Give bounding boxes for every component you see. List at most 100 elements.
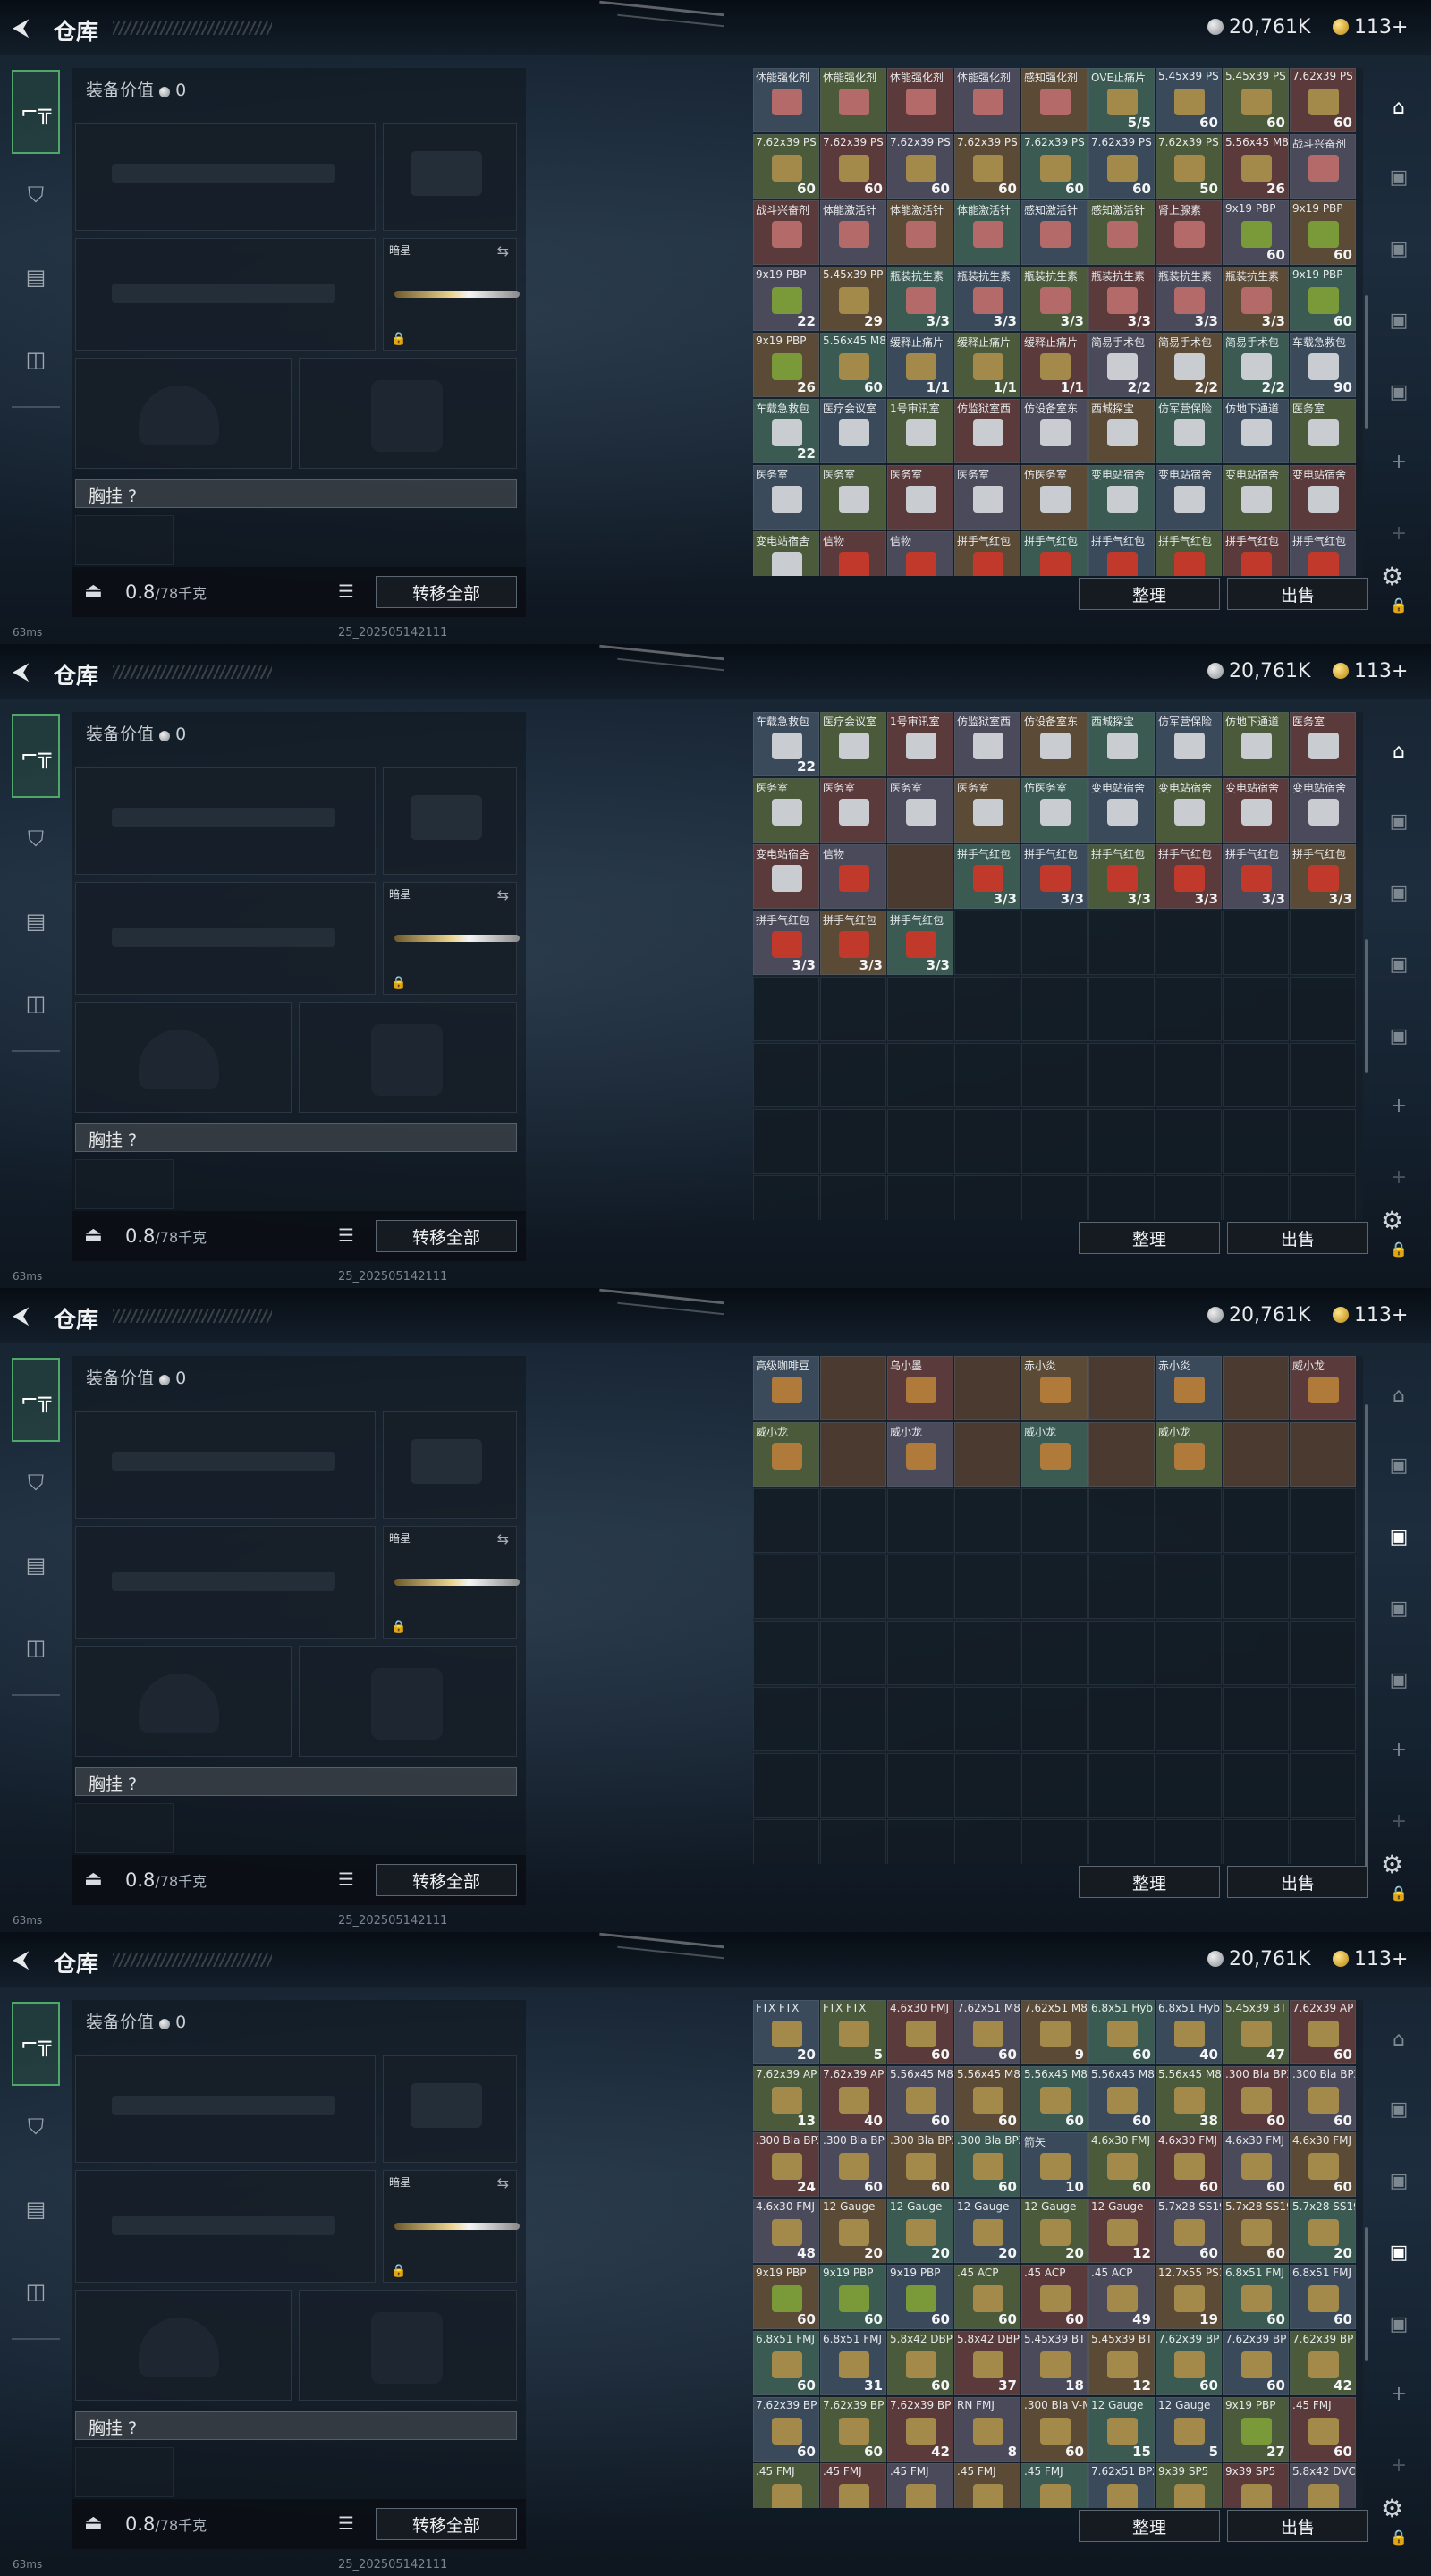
stash-item[interactable]: 拼手气红包 3/3 — [753, 911, 819, 975]
tv-icon[interactable]: ▣ — [1374, 150, 1424, 204]
primary-weapon-slot[interactable] — [75, 767, 376, 875]
stash-item[interactable]: 4.6x30 FMJ 60 — [887, 2000, 953, 2064]
empty-stash-cell[interactable] — [1290, 977, 1356, 1041]
warehouse-icon[interactable]: ⌂ — [1374, 1368, 1424, 1422]
melee-slot[interactable]: 暗星 ⇆ 🔒 — [383, 1526, 520, 1639]
stash-item[interactable]: 5.8x42 DBP10 37 — [954, 2331, 1020, 2395]
stash-item[interactable]: 变电站宿舍 — [1156, 465, 1222, 530]
empty-stash-cell[interactable] — [1088, 911, 1155, 975]
empty-stash-cell[interactable] — [1290, 1555, 1356, 1619]
warehouse-icon[interactable]: ⌂ — [1374, 2012, 1424, 2066]
armor-icon[interactable]: ⛉ — [12, 1442, 60, 1524]
stash-scrollbar[interactable] — [1365, 2227, 1368, 2361]
stash-item[interactable]: 7.62x39 PS 60 — [1021, 134, 1088, 199]
sell-button[interactable]: 出售 — [1227, 2510, 1368, 2542]
empty-stash-cell[interactable] — [1088, 1687, 1155, 1751]
stash-item[interactable]: .300 Bla BPZ 60 — [1290, 2066, 1356, 2131]
gear-icon[interactable]: ⚙ — [1381, 2494, 1403, 2523]
stash-item[interactable]: 12 Gauge 20 — [954, 2199, 1020, 2263]
stash-item[interactable]: 威小龙 — [887, 1422, 953, 1487]
stash-item[interactable]: 体能激活针 — [954, 200, 1020, 265]
stash-item[interactable]: 信物 — [887, 531, 953, 576]
stash-item[interactable]: 感知强化剂 — [1021, 68, 1088, 132]
tv-icon[interactable]: ▣ — [1374, 1581, 1424, 1635]
briefcase-icon[interactable]: ◫ — [12, 318, 60, 401]
armor-icon[interactable]: ⛉ — [12, 154, 60, 236]
stash-item[interactable]: 9x19 PBP 26 — [753, 333, 819, 397]
empty-stash-cell[interactable] — [1223, 1043, 1289, 1107]
empty-stash-cell[interactable] — [954, 1819, 1020, 1864]
stash-item[interactable]: 7.62x39 PS 60 — [1290, 68, 1356, 132]
stash-item[interactable]: 仿地下通道 — [1223, 399, 1289, 463]
empty-stash-cell[interactable] — [1156, 1687, 1222, 1751]
empty-stash-cell[interactable] — [887, 1043, 953, 1107]
chest-rig-bar[interactable]: 胸挂 ? — [75, 1123, 517, 1152]
stash-item[interactable]: 5.56x45 M855 26 — [1223, 134, 1289, 199]
tv-icon[interactable]: ▣ — [1374, 222, 1424, 275]
stash-item[interactable]: 6.8x51 Hybrid 40 — [1156, 2000, 1222, 2064]
stash-item[interactable]: 战斗兴奋剂 — [753, 200, 819, 265]
empty-stash-cell[interactable] — [1021, 1488, 1088, 1553]
stash-item-extension[interactable] — [1290, 1422, 1356, 1487]
stash-item[interactable]: 5.7x28 SS190 60 — [1223, 2199, 1289, 2263]
warehouse-icon[interactable]: ⌂ — [1374, 80, 1424, 134]
empty-stash-cell[interactable] — [1290, 1488, 1356, 1553]
add-tab-icon[interactable]: + — [1374, 2438, 1424, 2492]
stash-item[interactable]: 9x19 PBP 27 — [1223, 2397, 1289, 2462]
stash-item[interactable]: 变电站宿舍 — [1088, 465, 1155, 530]
stash-item[interactable]: .45 FMJ — [820, 2463, 886, 2508]
tv-icon[interactable]: ▣ — [1374, 1438, 1424, 1492]
backpack-icon[interactable]: ▤ — [12, 880, 60, 962]
stash-item[interactable]: 12.7x55 PS12 19 — [1156, 2265, 1222, 2329]
stash-item[interactable]: 仿地下通道 — [1223, 712, 1289, 776]
stash-item[interactable]: 12 Gauge 20 — [820, 2199, 886, 2263]
sell-button[interactable]: 出售 — [1227, 1222, 1368, 1254]
empty-stash-cell[interactable] — [753, 1488, 819, 1553]
stash-item[interactable]: 医务室 — [887, 465, 953, 530]
stash-item[interactable]: 4.6x30 FMJ 60 — [1223, 2132, 1289, 2197]
empty-stash-cell[interactable] — [753, 1555, 819, 1619]
empty-stash-cell[interactable] — [1088, 1488, 1155, 1553]
empty-stash-cell[interactable] — [753, 977, 819, 1041]
stash-item[interactable]: 变电站宿舍 — [1290, 778, 1356, 843]
back-icon[interactable]: ⮜ — [13, 658, 29, 686]
tv-icon[interactable]: ▣ — [1374, 937, 1424, 991]
stash-item[interactable]: 9x19 PBP 60 — [887, 2265, 953, 2329]
stash-item[interactable]: 拼手气红包 3/3 — [1156, 844, 1222, 909]
stash-item-extension[interactable] — [1088, 1422, 1155, 1487]
pistol-slot[interactable] — [383, 2055, 517, 2163]
stash-scrollbar[interactable] — [1365, 1404, 1368, 1869]
stash-item[interactable]: 体能激活针 — [820, 200, 886, 265]
stash-item[interactable]: 医务室 — [1290, 712, 1356, 776]
gear-icon[interactable]: ⚙ — [1381, 1206, 1403, 1235]
stash-item[interactable]: 7.62x51 M80 9 — [1021, 2000, 1088, 2064]
stash-item[interactable]: 7.62x51 M80 60 — [954, 2000, 1020, 2064]
stash-item[interactable]: 6.8x51 FMJ 60 — [1223, 2265, 1289, 2329]
pistol-slot[interactable] — [383, 1411, 517, 1519]
stash-item[interactable]: 瓶装抗生素 3/3 — [887, 267, 953, 331]
gun-icon[interactable]: ⌐╦ — [12, 1358, 60, 1442]
stash-item[interactable]: .45 FMJ — [887, 2463, 953, 2508]
swap-icon[interactable]: ⇆ — [497, 886, 509, 903]
stash-item[interactable]: 变电站宿舍 — [1223, 465, 1289, 530]
stash-item[interactable]: 9x19 PBP 22 — [753, 267, 819, 331]
empty-stash-cell[interactable] — [1290, 1687, 1356, 1751]
stash-item[interactable]: 变电站宿舍 — [753, 531, 819, 576]
stash-item[interactable]: 战斗兴奋剂 — [1290, 134, 1356, 199]
stash-item[interactable]: 6.8x51 FMJ 60 — [753, 2331, 819, 2395]
swap-icon[interactable]: ⇆ — [497, 2174, 509, 2191]
stash-item[interactable]: 5.7x28 SS190 20 — [1290, 2199, 1356, 2263]
empty-stash-cell[interactable] — [1021, 1753, 1088, 1818]
empty-stash-cell[interactable] — [1156, 1555, 1222, 1619]
helmet-slot[interactable] — [75, 1646, 292, 1757]
empty-stash-cell[interactable] — [954, 1555, 1020, 1619]
empty-stash-cell[interactable] — [820, 1753, 886, 1818]
gold-currency[interactable]: 113+ — [1333, 660, 1408, 682]
list-icon[interactable]: ☰ — [338, 1868, 354, 1890]
stash-item-extension[interactable] — [1223, 1422, 1289, 1487]
tv-icon[interactable]: ▣ — [1374, 2297, 1424, 2351]
stash-item[interactable]: 车载急救包 22 — [753, 712, 819, 776]
stash-item[interactable]: 医疗会议室 — [820, 712, 886, 776]
stash-item[interactable]: 肾上腺素 — [1156, 200, 1222, 265]
transfer-all-button[interactable]: 转移全部 — [376, 2508, 517, 2540]
